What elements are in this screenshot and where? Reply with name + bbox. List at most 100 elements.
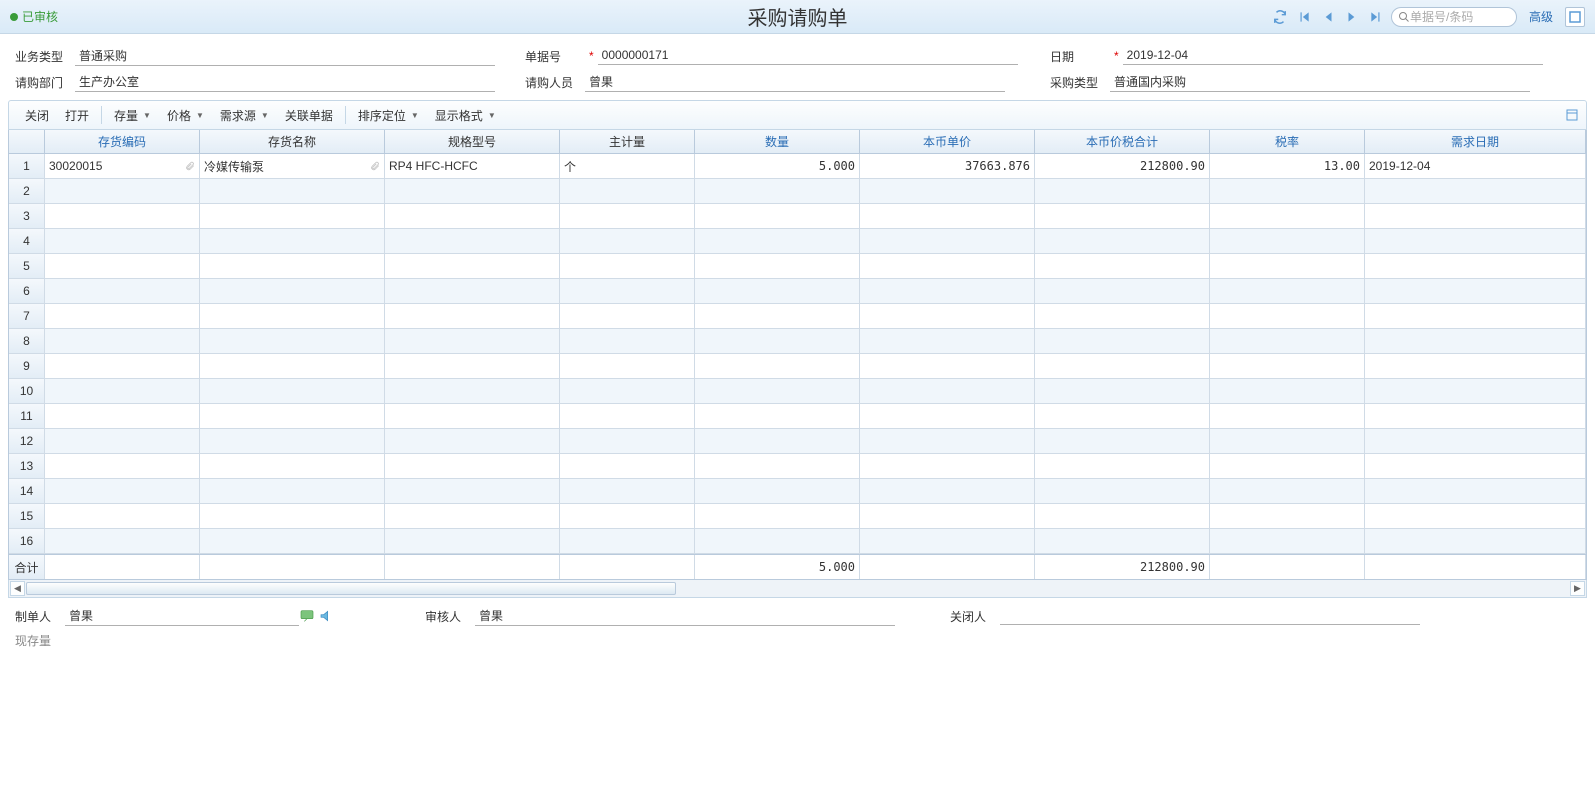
cell-code[interactable] <box>45 204 200 228</box>
table-row[interactable]: 6 <box>9 279 1586 304</box>
cell-spec[interactable] <box>385 404 560 428</box>
field-value[interactable]: 普通采购 <box>75 46 495 66</box>
cell-price[interactable] <box>860 204 1035 228</box>
cell-date[interactable] <box>1365 254 1586 278</box>
cell-date[interactable] <box>1365 404 1586 428</box>
cell-tax[interactable] <box>1210 529 1365 553</box>
cell-total[interactable] <box>1035 204 1210 228</box>
cell-date[interactable] <box>1365 504 1586 528</box>
cell-date[interactable] <box>1365 479 1586 503</box>
cell-code[interactable]: 30020015 <box>45 154 200 178</box>
cell-total[interactable] <box>1035 229 1210 253</box>
cell-unit[interactable] <box>560 404 695 428</box>
table-row[interactable]: 13 <box>9 454 1586 479</box>
cell-qty[interactable] <box>695 454 860 478</box>
cell-unit[interactable] <box>560 229 695 253</box>
cell-spec[interactable] <box>385 279 560 303</box>
tb-price[interactable]: 价格▼ <box>159 104 212 127</box>
cell-name[interactable] <box>200 404 385 428</box>
cell-date[interactable] <box>1365 379 1586 403</box>
cell-total[interactable] <box>1035 329 1210 353</box>
cell-unit[interactable] <box>560 204 695 228</box>
cell-qty[interactable] <box>695 479 860 503</box>
header-tax[interactable]: 税率 <box>1210 130 1365 153</box>
cell-price[interactable] <box>860 179 1035 203</box>
cell-code[interactable] <box>45 229 200 253</box>
cell-price[interactable] <box>860 329 1035 353</box>
cell-total[interactable] <box>1035 429 1210 453</box>
header-code[interactable]: 存货编码 <box>45 130 200 153</box>
cell-tax[interactable] <box>1210 504 1365 528</box>
cell-name[interactable] <box>200 229 385 253</box>
next-record-icon[interactable] <box>1343 8 1361 26</box>
scroll-thumb[interactable] <box>26 582 676 595</box>
cell-unit[interactable] <box>560 329 695 353</box>
cell-code[interactable] <box>45 379 200 403</box>
cell-name[interactable] <box>200 179 385 203</box>
table-row[interactable]: 12 <box>9 429 1586 454</box>
cell-unit[interactable] <box>560 504 695 528</box>
cell-code[interactable] <box>45 504 200 528</box>
cell-price[interactable] <box>860 279 1035 303</box>
table-row[interactable]: 10 <box>9 379 1586 404</box>
cell-tax[interactable] <box>1210 429 1365 453</box>
cell-spec[interactable] <box>385 504 560 528</box>
cell-price[interactable] <box>860 354 1035 378</box>
cell-price[interactable] <box>860 479 1035 503</box>
header-unit[interactable]: 主计量 <box>560 130 695 153</box>
cell-unit[interactable] <box>560 454 695 478</box>
table-row[interactable]: 3 <box>9 204 1586 229</box>
cell-total[interactable] <box>1035 254 1210 278</box>
cell-qty[interactable] <box>695 279 860 303</box>
cell-total[interactable] <box>1035 404 1210 428</box>
cell-name[interactable] <box>200 429 385 453</box>
cell-tax[interactable] <box>1210 204 1365 228</box>
cell-spec[interactable]: RP4 HFC-HCFC <box>385 154 560 178</box>
last-record-icon[interactable] <box>1367 8 1385 26</box>
cell-name[interactable] <box>200 254 385 278</box>
header-price[interactable]: 本币单价 <box>860 130 1035 153</box>
tb-sort[interactable]: 排序定位▼ <box>350 104 427 127</box>
cell-date[interactable] <box>1365 229 1586 253</box>
cell-code[interactable] <box>45 429 200 453</box>
cell-tax[interactable] <box>1210 479 1365 503</box>
cell-spec[interactable] <box>385 179 560 203</box>
cell-price[interactable] <box>860 454 1035 478</box>
cell-total[interactable] <box>1035 279 1210 303</box>
cell-price[interactable] <box>860 379 1035 403</box>
cell-total[interactable] <box>1035 304 1210 328</box>
cell-unit[interactable] <box>560 254 695 278</box>
table-row[interactable]: 4 <box>9 229 1586 254</box>
cell-name[interactable] <box>200 354 385 378</box>
cell-price[interactable] <box>860 229 1035 253</box>
expand-grid-icon[interactable] <box>1564 107 1580 123</box>
cell-price[interactable] <box>860 429 1035 453</box>
cell-code[interactable] <box>45 179 200 203</box>
cell-name[interactable] <box>200 204 385 228</box>
cell-price[interactable] <box>860 529 1035 553</box>
tb-open[interactable]: 打开 <box>57 104 97 127</box>
cell-tax[interactable] <box>1210 279 1365 303</box>
cell-qty[interactable] <box>695 354 860 378</box>
cell-total[interactable] <box>1035 454 1210 478</box>
cell-code[interactable] <box>45 304 200 328</box>
cell-qty[interactable] <box>695 329 860 353</box>
maximize-icon[interactable] <box>1565 7 1585 27</box>
table-row[interactable]: 130020015冷媒传输泵RP4 HFC-HCFC个5.00037663.87… <box>9 154 1586 179</box>
field-value[interactable]: 曾果 <box>585 72 1005 92</box>
scroll-left-icon[interactable]: ◀ <box>10 581 25 596</box>
cell-tax[interactable] <box>1210 304 1365 328</box>
cell-price[interactable] <box>860 404 1035 428</box>
table-row[interactable]: 5 <box>9 254 1586 279</box>
table-row[interactable]: 16 <box>9 529 1586 554</box>
cell-total[interactable]: 212800.90 <box>1035 154 1210 178</box>
search-box[interactable] <box>1391 7 1517 27</box>
cell-qty[interactable] <box>695 504 860 528</box>
tb-display[interactable]: 显示格式▼ <box>427 104 504 127</box>
cell-qty[interactable]: 5.000 <box>695 154 860 178</box>
cell-spec[interactable] <box>385 379 560 403</box>
cell-code[interactable] <box>45 454 200 478</box>
cell-name[interactable] <box>200 379 385 403</box>
table-row[interactable]: 7 <box>9 304 1586 329</box>
cell-date[interactable] <box>1365 279 1586 303</box>
